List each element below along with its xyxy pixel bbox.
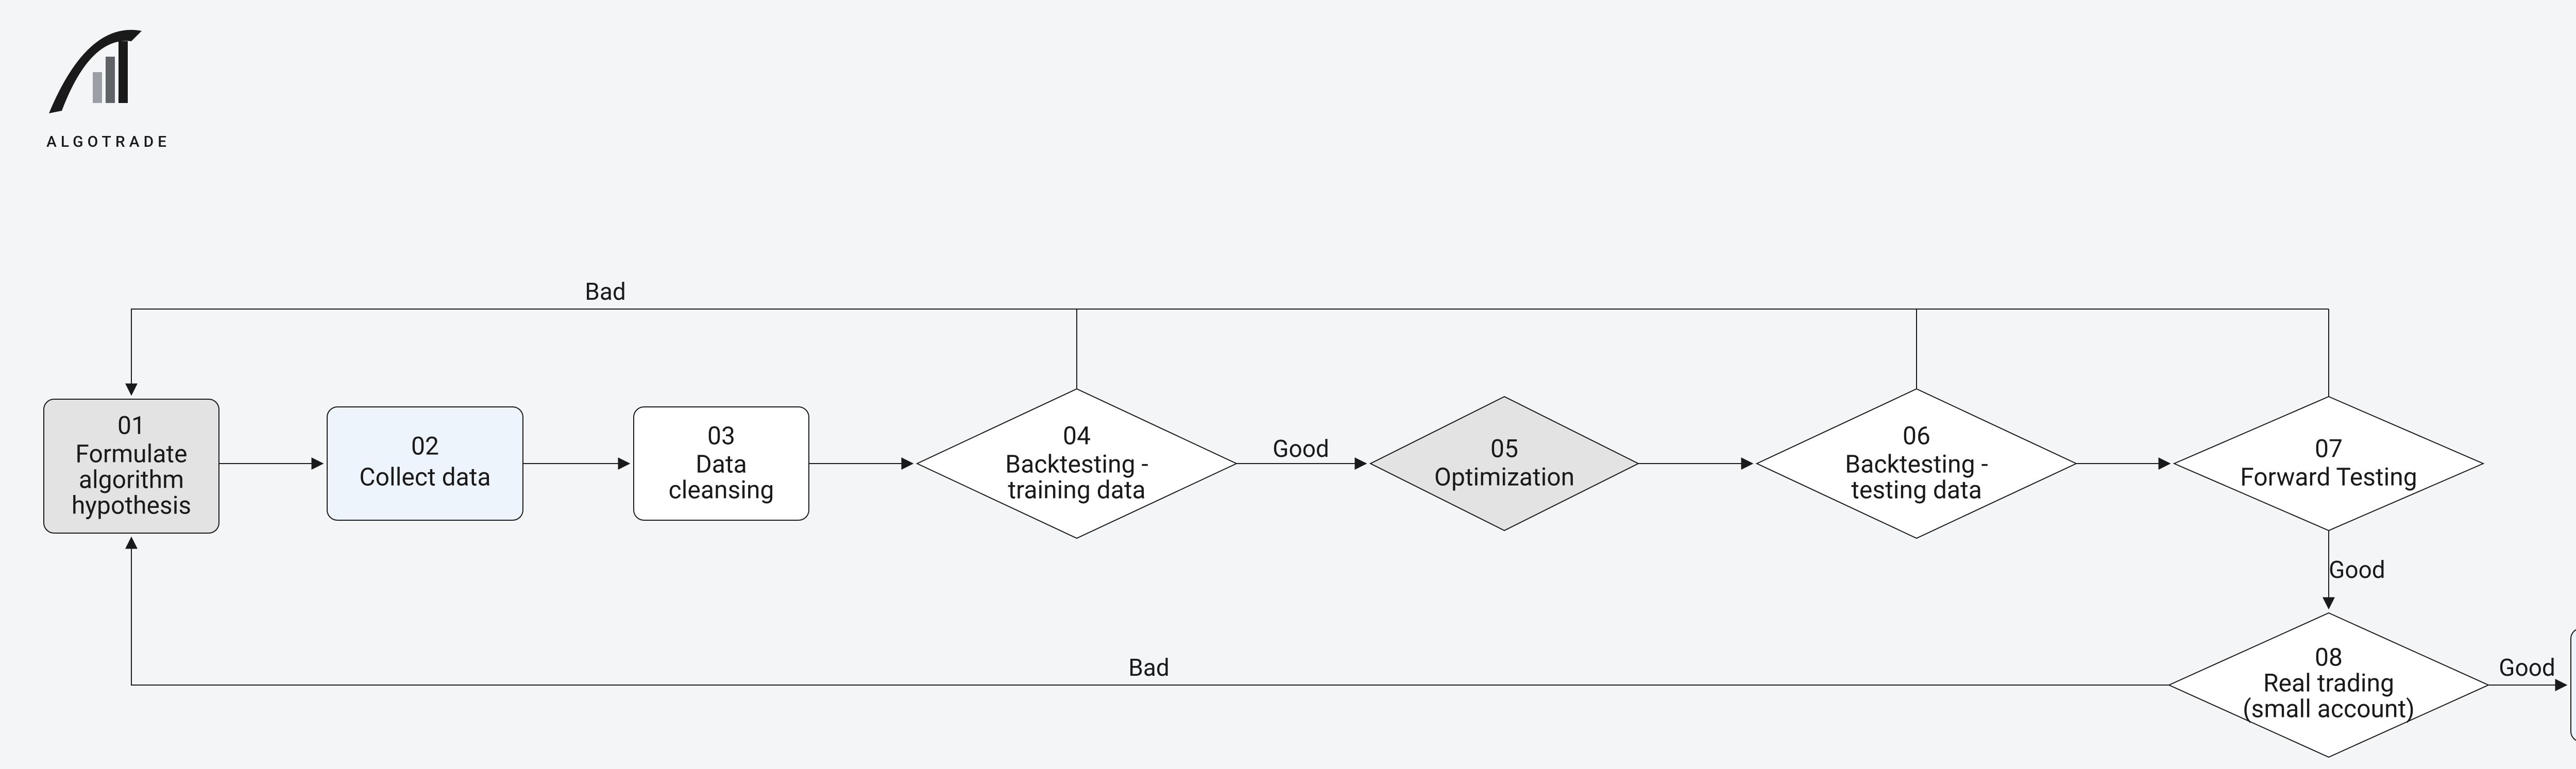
node-05-line1: Optimization xyxy=(1434,463,1574,492)
node-01-line2: algorithm xyxy=(79,465,184,494)
node-06-line1: Backtesting - xyxy=(1845,450,1988,479)
node-06-num: 06 xyxy=(1903,421,1930,451)
node-02-num: 02 xyxy=(411,432,439,461)
edge-04-05-label: Good xyxy=(1273,435,1329,463)
node-04-num: 04 xyxy=(1063,421,1091,451)
edge-08-09-label: Good xyxy=(2499,654,2555,682)
node-08-real-trading-small: 08 Real trading (small account) xyxy=(2169,613,2488,757)
node-03-data-cleansing: 03 Data cleansing xyxy=(634,407,809,520)
node-08-line1: Real trading xyxy=(2263,669,2394,698)
node-03-num: 03 xyxy=(707,421,735,451)
node-01-line3: hypothesis xyxy=(72,491,191,520)
flowchart-svg: ALGOTRADE 01 Formulate algorithm hypothe… xyxy=(0,0,2576,769)
brand-name: ALGOTRADE xyxy=(46,133,171,151)
node-05-num: 05 xyxy=(1490,434,1518,464)
node-07-forward-testing: 07 Forward Testing xyxy=(2174,397,2483,531)
node-05-optimization: 05 Optimization xyxy=(1370,397,1638,531)
node-01-line1: Formulate xyxy=(75,439,187,469)
flowchart-canvas: ALGOTRADE 01 Formulate algorithm hypothe… xyxy=(0,0,2576,769)
node-03-line1: Data xyxy=(696,450,747,479)
node-07-num: 07 xyxy=(2315,434,2343,464)
node-04-line1: Backtesting - xyxy=(1005,450,1148,479)
node-02-line1: Collect data xyxy=(359,463,490,492)
node-09-real-trading: 09 Real trading xyxy=(2571,628,2576,742)
edge-bottom-bad-label: Bad xyxy=(1128,654,1170,682)
brand-logo: ALGOTRADE xyxy=(46,30,171,151)
edge-07-08-label: Good xyxy=(2329,556,2385,584)
node-04-backtesting-training: 04 Backtesting - training data xyxy=(917,389,1236,538)
node-08-line2: (small account) xyxy=(2243,694,2415,724)
edge-bad-top-loop xyxy=(131,309,2329,394)
node-04-line2: training data xyxy=(1008,475,1145,505)
edge-top-bad-label: Bad xyxy=(585,278,626,306)
node-01-num: 01 xyxy=(117,411,145,440)
node-07-line1: Forward Testing xyxy=(2240,463,2417,492)
node-03-line2: cleansing xyxy=(669,475,774,505)
node-06-line2: testing data xyxy=(1851,475,1982,505)
node-06-backtesting-testing: 06 Backtesting - testing data xyxy=(1757,389,2076,538)
node-01-formulate-hypothesis: 01 Formulate algorithm hypothesis xyxy=(44,399,219,533)
node-08-num: 08 xyxy=(2315,643,2343,672)
node-02-collect-data: 02 Collect data xyxy=(327,407,523,520)
